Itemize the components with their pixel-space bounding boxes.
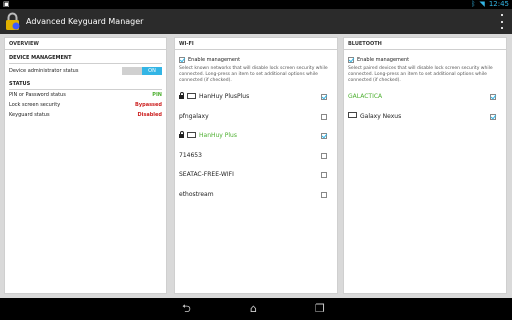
wifi-panel: WI-FI Enable management Select known net…: [174, 37, 338, 294]
status-bar: ▣ ᛒ ◥ 12:45: [0, 0, 512, 9]
overview-panel: OVERVIEW DEVICE MANAGEMENT Device admini…: [4, 37, 167, 294]
toggle-on-label: ON: [142, 67, 162, 75]
bluetooth-enable-row[interactable]: Enable management: [348, 55, 502, 65]
device-name: Galaxy Nexus: [360, 112, 402, 120]
device-admin-row: Device administrator status ON: [9, 66, 162, 76]
overflow-menu-icon[interactable]: [499, 14, 505, 29]
network-name: 714653: [179, 151, 202, 159]
status-value: PIN: [152, 92, 162, 98]
status-label: Lock screen security: [9, 102, 61, 108]
lock-icon: [179, 92, 184, 99]
status-label: PIN or Password status: [9, 92, 66, 98]
lock-icon: [179, 131, 184, 138]
network-checkbox[interactable]: [321, 172, 327, 178]
bluetooth-enable-checkbox[interactable]: [348, 56, 354, 63]
network-checkbox[interactable]: [321, 133, 327, 139]
device-checkbox[interactable]: [490, 113, 496, 120]
device-admin-label: Device administrator status: [9, 68, 79, 74]
wifi-icon: ◥: [479, 0, 485, 8]
network-name: SEATAC-FREE-WIFI: [179, 171, 234, 178]
wifi-title: WI-FI: [175, 38, 337, 50]
network-checkbox[interactable]: [321, 94, 327, 100]
network-name: HanHuy Plus: [199, 132, 237, 139]
device-admin-toggle[interactable]: ON: [122, 67, 162, 75]
status-row-pin: PIN or Password status PIN: [9, 90, 162, 100]
app-logo-icon[interactable]: [4, 12, 21, 31]
network-name: ethostream: [179, 190, 214, 198]
wifi-description: Select known networks that will disable …: [179, 66, 328, 83]
wifi-network-icon: [187, 92, 196, 99]
action-bar: Advanced Keyguard Manager: [0, 9, 512, 34]
status-value: Bypassed: [135, 102, 162, 108]
wifi-network-item[interactable]: SEATAC-FREE-WIFI: [179, 165, 333, 185]
device-name: GALACTICA: [348, 93, 383, 100]
bluetooth-title: BLUETOOTH: [344, 38, 506, 50]
overview-title: OVERVIEW: [5, 38, 166, 50]
status-value: Disabled: [137, 112, 162, 118]
bluetooth-description: Select paired devices that will disable …: [348, 66, 493, 83]
wifi-enable-row[interactable]: Enable management: [179, 55, 333, 65]
bluetooth-panel: BLUETOOTH Enable management Select paire…: [343, 37, 507, 294]
bluetooth-device-item-active[interactable]: GALACTICA: [348, 87, 502, 107]
wifi-enable-checkbox[interactable]: [179, 56, 185, 63]
recent-apps-icon[interactable]: ❐: [315, 303, 325, 315]
bluetooth-device-item[interactable]: Galaxy Nexus: [348, 107, 502, 127]
screenshot-icon: ▣: [3, 0, 10, 8]
network-checkbox[interactable]: [321, 113, 327, 120]
status-heading: STATUS: [9, 81, 162, 90]
device-management-heading: DEVICE MANAGEMENT: [9, 55, 162, 64]
bluetooth-enable-label: Enable management: [357, 57, 410, 63]
bluetooth-device-icon: [348, 112, 357, 118]
app-title: Advanced Keyguard Manager: [26, 17, 144, 26]
wifi-network-item[interactable]: ethostream: [179, 185, 333, 205]
status-time: 12:45: [488, 0, 509, 8]
system-icons: ᛒ ◥ 12:45: [471, 0, 509, 9]
wifi-network-item-active[interactable]: HanHuy Plus: [179, 126, 333, 146]
network-name: HanHuy PlusPlus: [199, 93, 250, 100]
wifi-network-item[interactable]: pfngalaxy: [179, 107, 333, 127]
wifi-network-icon: [187, 131, 196, 138]
navigation-bar: ⮌ ⌂ ❐: [0, 298, 512, 320]
back-icon[interactable]: ⮌: [182, 303, 191, 315]
status-row-keyguard: Keyguard status Disabled: [9, 110, 162, 120]
status-row-lock-screen: Lock screen security Bypassed: [9, 100, 162, 110]
network-checkbox[interactable]: [321, 191, 327, 198]
wifi-network-item[interactable]: HanHuy PlusPlus: [179, 87, 333, 107]
bluetooth-icon: ᛒ: [471, 0, 476, 8]
notification-icons: ▣: [3, 0, 10, 9]
status-label: Keyguard status: [9, 112, 50, 118]
network-name: pfngalaxy: [179, 112, 209, 120]
home-icon[interactable]: ⌂: [250, 303, 257, 315]
wifi-network-item[interactable]: 714653: [179, 146, 333, 166]
network-checkbox[interactable]: [321, 152, 327, 159]
wifi-enable-label: Enable management: [188, 57, 241, 63]
device-checkbox[interactable]: [490, 94, 496, 100]
